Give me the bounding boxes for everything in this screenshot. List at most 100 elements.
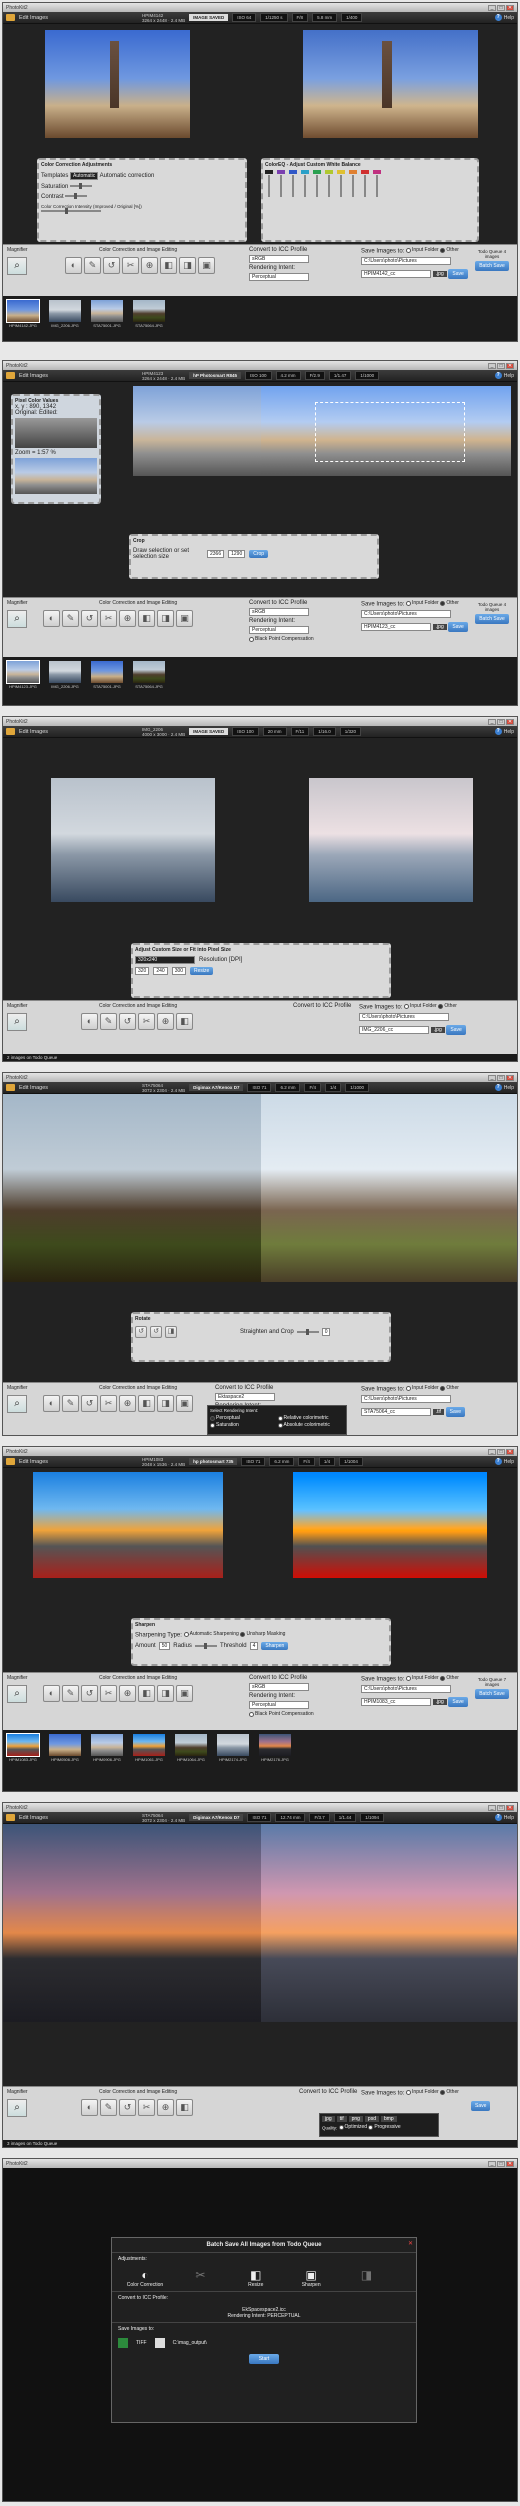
angle-slider[interactable] xyxy=(296,1329,319,1335)
format-select[interactable]: .jpg xyxy=(432,623,447,630)
format-psd[interactable]: psd xyxy=(364,2116,379,2122)
rotate-left-icon[interactable]: ↺ xyxy=(135,1326,147,1338)
format-select[interactable]: .jpg xyxy=(432,270,447,277)
filename-field[interactable]: STA75064_cc xyxy=(361,1407,431,1416)
other-radio[interactable]: Other xyxy=(438,1003,457,1009)
minimize-button[interactable]: _ xyxy=(488,4,496,11)
thumbnail[interactable]: STA75001.JPG xyxy=(91,661,123,701)
split-icon[interactable]: ◨ xyxy=(179,257,196,274)
minimize-button[interactable]: _ xyxy=(488,1804,496,1811)
folder-icon[interactable] xyxy=(6,14,15,21)
thumbnail[interactable]: HPIM2174.JPG xyxy=(217,1734,249,1788)
progressive-checkbox[interactable]: Progressive xyxy=(368,2124,401,2130)
thumbnail[interactable]: IMG_2206.JPG xyxy=(49,661,81,701)
crop-height-field[interactable]: 1290 xyxy=(228,550,246,558)
maximize-button[interactable]: □ xyxy=(497,1074,505,1081)
icc-select[interactable]: sRGB xyxy=(249,1683,309,1691)
crop-icon[interactable]: ✂ xyxy=(138,1013,155,1030)
frame-icon[interactable]: ▣ xyxy=(176,610,193,627)
edit-images-button[interactable]: Edit Images xyxy=(19,15,48,21)
crop-icon[interactable]: ✂ xyxy=(100,610,117,627)
crop-icon[interactable]: ✂ xyxy=(100,1685,117,1702)
color-wheel-icon[interactable]: ◐ xyxy=(81,2099,98,2116)
input-folder-radio[interactable]: Input Folder xyxy=(406,1675,439,1681)
minimize-button[interactable]: _ xyxy=(488,1074,496,1081)
close-button[interactable]: ✕ xyxy=(506,2160,514,2167)
format-select[interactable]: .jpg xyxy=(432,1698,447,1705)
crop-width-field[interactable]: 2366 xyxy=(207,550,225,558)
color-wheel-icon[interactable]: ◐ xyxy=(81,1013,98,1030)
eq-slider[interactable] xyxy=(304,175,306,197)
rotate-icon[interactable]: ↺ xyxy=(81,1395,98,1412)
close-button[interactable]: ✕ xyxy=(506,1448,514,1455)
batch-save-button[interactable]: Batch Save xyxy=(475,614,509,624)
pencil-icon[interactable]: ✎ xyxy=(84,257,101,274)
eq-slider[interactable] xyxy=(280,175,282,197)
saturation-slider[interactable] xyxy=(70,183,93,190)
thumbnail[interactable]: STA75001.JPG xyxy=(91,300,123,338)
format-png[interactable]: png xyxy=(348,2116,363,2122)
path-field[interactable]: C:\Users\photo\Pictures xyxy=(359,1012,449,1021)
edit-images-button[interactable]: Edit Images xyxy=(19,373,48,379)
maximize-button[interactable]: □ xyxy=(497,362,505,369)
filename-field[interactable]: HPIM1083_cc xyxy=(361,1697,431,1706)
edit-images-button[interactable]: Edit Images xyxy=(19,729,48,735)
unsharp-radio[interactable]: Unsharp Masking xyxy=(240,1631,285,1637)
eq-slider[interactable] xyxy=(292,175,294,197)
other-radio[interactable]: Other xyxy=(440,1675,459,1681)
start-button[interactable]: Start xyxy=(248,2354,280,2364)
crop-selection[interactable] xyxy=(315,402,465,462)
input-folder-radio[interactable]: Input Folder xyxy=(406,1385,439,1391)
help-button[interactable]: ? Help xyxy=(494,14,514,21)
templates-select[interactable]: Automatic xyxy=(70,172,99,180)
minimize-button[interactable]: _ xyxy=(488,718,496,725)
split-icon[interactable]: ◨ xyxy=(157,1395,174,1412)
batch-save-button[interactable]: Batch Save xyxy=(475,1689,509,1699)
folder-icon[interactable] xyxy=(6,1814,15,1821)
path-field[interactable]: C:\Users\photo\Pictures xyxy=(361,1684,451,1693)
format-select[interactable]: .tif xyxy=(432,1408,444,1415)
rotate-icon[interactable]: ↺ xyxy=(119,2099,136,2116)
path-field[interactable]: C:\Users\photo\Pictures xyxy=(361,256,451,265)
thumbnail[interactable]: HPIM0906.JPG xyxy=(91,1734,123,1788)
close-button[interactable]: ✕ xyxy=(506,718,514,725)
save-button[interactable]: Save xyxy=(471,2100,491,2111)
intent-perceptual[interactable]: Perceptual xyxy=(210,1415,277,1421)
pencil-icon[interactable]: ✎ xyxy=(62,1685,79,1702)
close-button[interactable]: ✕ xyxy=(506,1074,514,1081)
save-button[interactable]: Save xyxy=(448,621,468,632)
rendering-select[interactable]: Perceptual xyxy=(249,273,309,281)
dialog-close-icon[interactable]: ✕ xyxy=(408,2240,413,2247)
input-folder-radio[interactable]: Input Folder xyxy=(404,1003,437,1009)
sharpen-button[interactable]: Sharpen xyxy=(261,1641,289,1650)
eq-slider[interactable] xyxy=(340,175,342,197)
save-button[interactable]: Save xyxy=(445,1406,466,1417)
thumbnail[interactable]: HPIM1061.JPG xyxy=(133,1734,165,1788)
folder-icon[interactable] xyxy=(6,1458,15,1465)
save-button[interactable]: Save xyxy=(446,1024,466,1035)
other-radio[interactable]: Other xyxy=(440,2089,459,2095)
maximize-button[interactable]: □ xyxy=(497,1448,505,1455)
save-button[interactable]: Save xyxy=(448,1696,468,1707)
icc-select[interactable]: sRGB xyxy=(249,255,309,263)
minimize-button[interactable]: _ xyxy=(488,1448,496,1455)
input-folder-radio[interactable]: Input Folder xyxy=(406,247,439,253)
other-radio[interactable]: Other xyxy=(440,600,459,606)
split-icon[interactable]: ◨ xyxy=(157,1685,174,1702)
format-jpg[interactable]: jpg xyxy=(322,2116,335,2122)
eq-slider[interactable] xyxy=(316,175,318,197)
batch-save-button[interactable]: Batch Save xyxy=(475,261,509,271)
resolution-field[interactable]: 300 xyxy=(171,967,187,975)
thumbnail[interactable]: HPIM0506.JPG xyxy=(49,1734,81,1788)
rotate-icon[interactable]: ↺ xyxy=(103,257,120,274)
crop-icon[interactable]: ✂ xyxy=(122,257,139,274)
intent-absolute[interactable]: Absolute colorimetric xyxy=(277,1422,345,1428)
help-button[interactable]: ? Help xyxy=(494,728,514,735)
height-field[interactable]: 240 xyxy=(153,967,168,975)
icc-select[interactable]: sRGB xyxy=(249,608,309,616)
other-radio[interactable]: Other xyxy=(440,247,459,253)
crop-button[interactable]: Crop xyxy=(249,550,269,558)
eq-slider[interactable] xyxy=(376,175,378,197)
color-wheel-icon[interactable]: ◐ xyxy=(65,257,82,274)
bpc-checkbox[interactable]: Black Point Compensation xyxy=(249,636,314,642)
